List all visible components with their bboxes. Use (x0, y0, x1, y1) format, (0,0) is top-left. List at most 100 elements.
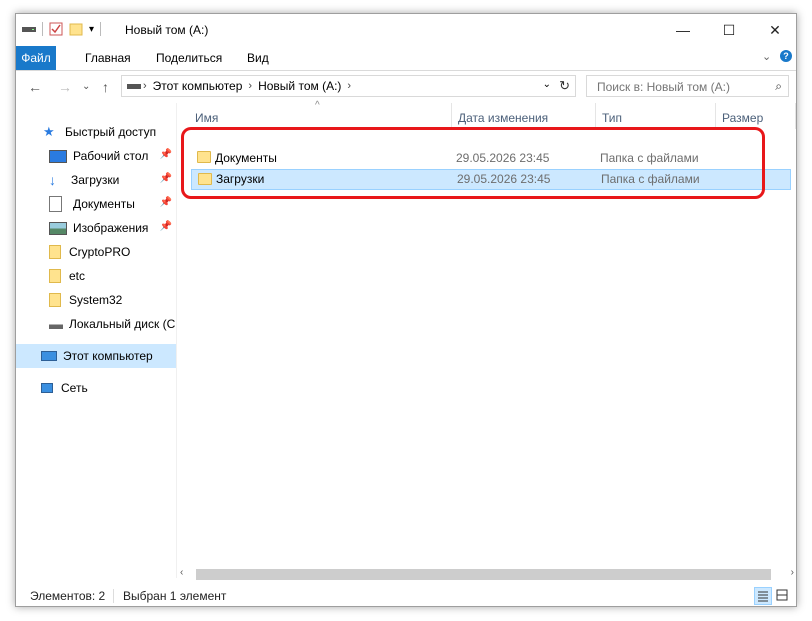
folder-icon (49, 269, 61, 283)
expand-ribbon-icon[interactable]: ⌄ (762, 50, 771, 63)
sidebar-item-downloads[interactable]: ↓ Загрузки 📌 (16, 168, 176, 192)
file-type: Папка с файлами (600, 151, 699, 165)
file-list-pane: ^ Имя Дата изменения Тип Размер Документ… (176, 100, 796, 578)
folder-icon (198, 173, 212, 185)
new-folder-icon[interactable] (69, 22, 83, 36)
sidebar-item-label: Этот компьютер (63, 349, 153, 363)
scroll-thumb[interactable] (196, 569, 771, 580)
search-icon[interactable]: ⌕ (775, 79, 782, 94)
forward-button[interactable]: → (58, 79, 72, 95)
item-count: Элементов: 2 (30, 589, 106, 603)
tab-share[interactable]: Поделиться (147, 46, 231, 70)
tab-file[interactable]: Файл (16, 46, 56, 70)
sidebar-item-this-pc[interactable]: Этот компьютер (16, 344, 176, 368)
pictures-icon (49, 221, 67, 235)
selection-count: Выбран 1 элемент (123, 589, 227, 603)
help-icon[interactable]: ? (780, 50, 792, 62)
sidebar-item-pictures[interactable]: Изображения 📌 (16, 216, 176, 240)
scroll-right-icon[interactable]: › (791, 567, 794, 578)
file-date: 29.05.2026 23:45 (457, 172, 551, 186)
window-title: Новый том (A:) (125, 23, 209, 37)
navigation-pane: ★ Быстрый доступ Рабочий стол 📌 ↓ Загруз… (16, 103, 176, 578)
maximize-button[interactable]: ☐ (706, 14, 752, 46)
sidebar-item-local-disk[interactable]: Локальный диск (C (16, 312, 176, 336)
desktop-icon (49, 149, 67, 163)
table-row[interactable]: Документы 29.05.2026 23:45 Папка с файла… (191, 148, 791, 169)
drive-icon (22, 27, 36, 32)
sidebar-item-label: Сеть (61, 381, 88, 395)
tab-view[interactable]: Вид (238, 46, 278, 70)
column-header-type[interactable]: Тип (596, 103, 716, 129)
scroll-left-icon[interactable]: ‹ (180, 567, 183, 578)
address-dropdown-icon[interactable]: ⌄ (543, 79, 551, 90)
pin-icon[interactable]: 📌 (160, 197, 172, 208)
back-button[interactable]: ← (28, 79, 42, 95)
separator (100, 22, 102, 36)
customize-toolbar-icon[interactable]: ▾ (89, 24, 94, 35)
file-name: Документы (215, 151, 277, 165)
sidebar-item-label: etc (69, 269, 86, 283)
breadcrumb-volume[interactable]: Новый том (A:) (254, 79, 345, 93)
breadcrumb-separator[interactable]: › (246, 80, 254, 92)
sidebar-item-label: CryptoPRO (69, 245, 131, 259)
sidebar-item-etc[interactable]: etc (16, 264, 176, 288)
breadcrumb-this-pc[interactable]: Этот компьютер (149, 79, 247, 93)
download-icon: ↓ (49, 172, 56, 188)
sidebar-item-label: Документы (73, 197, 135, 211)
sidebar-item-quick-access[interactable]: ★ Быстрый доступ (16, 120, 176, 144)
separator (42, 22, 43, 36)
title-bar: ▾ Новый том (A:) — ☐ ✕ (16, 14, 796, 46)
horizontal-scrollbar[interactable]: ‹ › (176, 566, 796, 583)
document-icon (49, 196, 62, 212)
pin-icon[interactable]: 📌 (160, 221, 172, 232)
minimize-button[interactable]: — (660, 14, 706, 46)
sidebar-item-system32[interactable]: System32 (16, 288, 176, 312)
recent-locations-button[interactable]: ⌄ (82, 81, 90, 92)
large-icons-view-icon[interactable] (774, 587, 792, 605)
properties-icon[interactable] (49, 22, 63, 36)
search-input[interactable] (595, 79, 769, 95)
breadcrumb-separator[interactable]: › (345, 80, 353, 92)
up-button[interactable]: ↑ (102, 79, 109, 95)
quick-access-toolbar: ▾ (22, 22, 102, 36)
sidebar-item-desktop[interactable]: Рабочий стол 📌 (16, 144, 176, 168)
sidebar-item-documents[interactable]: Документы 📌 (16, 192, 176, 216)
details-view-icon[interactable] (754, 587, 772, 605)
address-row: ← → ⌄ ↑ › Этот компьютер › Новый том (A:… (16, 71, 796, 103)
sidebar-item-label: Изображения (73, 221, 149, 235)
refresh-icon[interactable]: ↻ (559, 78, 570, 94)
tab-home[interactable]: Главная (76, 46, 140, 70)
column-header-name[interactable]: Имя (189, 103, 452, 129)
file-type: Папка с файлами (601, 172, 700, 186)
sidebar-item-label: Загрузки (71, 173, 120, 187)
computer-icon (41, 351, 57, 361)
explorer-window: ▾ Новый том (A:) — ☐ ✕ Файл Главная Поде… (15, 13, 797, 607)
folder-icon (197, 151, 211, 163)
pin-icon[interactable]: 📌 (160, 149, 172, 160)
network-icon (41, 383, 53, 393)
sidebar-item-label: Локальный диск (C (69, 317, 176, 331)
search-box[interactable]: ⌕ (586, 75, 789, 97)
sidebar-item-network[interactable]: Сеть (16, 376, 176, 400)
sidebar-item-label: System32 (69, 293, 123, 307)
drive-icon (49, 319, 63, 329)
sidebar-item-label: Быстрый доступ (65, 125, 157, 139)
separator (113, 589, 114, 603)
sidebar-item-cryptopro[interactable]: CryptoPRO (16, 240, 176, 264)
pin-icon[interactable]: 📌 (160, 173, 172, 184)
breadcrumb-separator[interactable]: › (141, 80, 149, 92)
star-icon: ★ (43, 124, 55, 139)
close-button[interactable]: ✕ (752, 14, 796, 46)
column-header-size[interactable]: Размер (716, 103, 796, 129)
status-bar: Элементов: 2 Выбран 1 элемент (16, 584, 796, 606)
file-name: Загрузки (216, 172, 265, 186)
drive-icon (127, 84, 141, 89)
file-date: 29.05.2026 23:45 (456, 151, 550, 165)
address-bar[interactable]: › Этот компьютер › Новый том (A:) › ⌄ ↻ (121, 75, 576, 97)
folder-icon (49, 293, 61, 307)
table-row[interactable]: Загрузки 29.05.2026 23:45 Папка с файлам… (191, 169, 791, 190)
folder-icon (49, 245, 61, 259)
column-header-date[interactable]: Дата изменения (452, 103, 596, 129)
ribbon-tabs: Файл Главная Поделиться Вид ⌄ ? (16, 46, 796, 71)
sidebar-item-label: Рабочий стол (73, 149, 149, 163)
